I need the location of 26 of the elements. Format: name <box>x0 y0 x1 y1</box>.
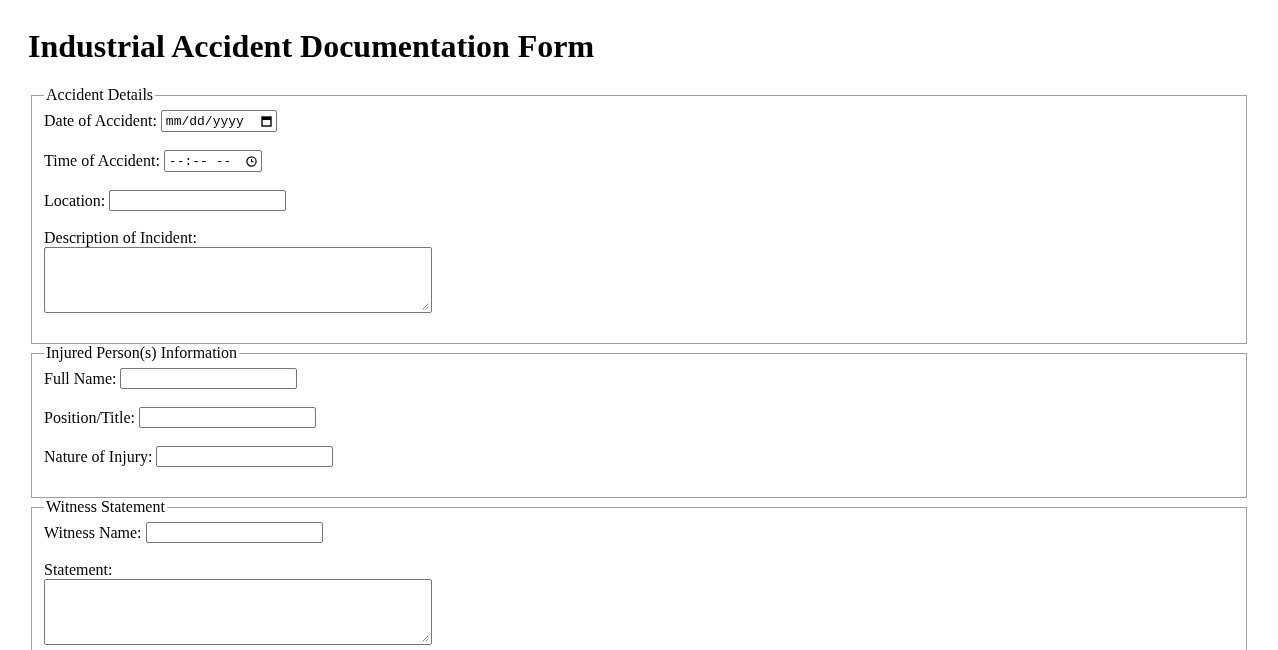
clock-icon[interactable] <box>245 155 257 167</box>
field-label: Full Name: <box>44 369 117 388</box>
field-label: Description of Incident: <box>44 229 197 247</box>
text-area-field[interactable] <box>44 579 432 645</box>
field-label: Date of Accident: <box>44 112 157 130</box>
time-field[interactable]: --:-- -- <box>163 150 262 172</box>
section-legend: Accident Details <box>44 86 156 104</box>
date-field[interactable]: mm/dd/yyyy <box>160 110 277 132</box>
section-legend: Injured Person(s) Information <box>44 344 240 362</box>
text-field[interactable] <box>109 190 287 211</box>
text-area-field[interactable] <box>44 247 432 313</box>
field-label: Nature of Injury: <box>44 447 153 466</box>
text-field[interactable] <box>120 368 298 389</box>
page-title: Industrial Accident Documentation Form <box>28 28 596 65</box>
field-label: Time of Accident: <box>44 152 160 170</box>
section-legend: Witness Statement <box>44 498 167 516</box>
field-label: Witness Name: <box>44 523 142 542</box>
text-field[interactable] <box>139 407 316 428</box>
field-label: Position/Title: <box>44 408 135 427</box>
field-label: Statement: <box>44 561 113 579</box>
text-field[interactable] <box>156 446 334 467</box>
field-label: Location: <box>44 191 106 210</box>
calendar-icon[interactable] <box>260 115 272 127</box>
resize-grip-icon[interactable] <box>422 635 429 642</box>
text-field[interactable] <box>145 522 323 543</box>
resize-grip-icon[interactable] <box>422 303 429 310</box>
